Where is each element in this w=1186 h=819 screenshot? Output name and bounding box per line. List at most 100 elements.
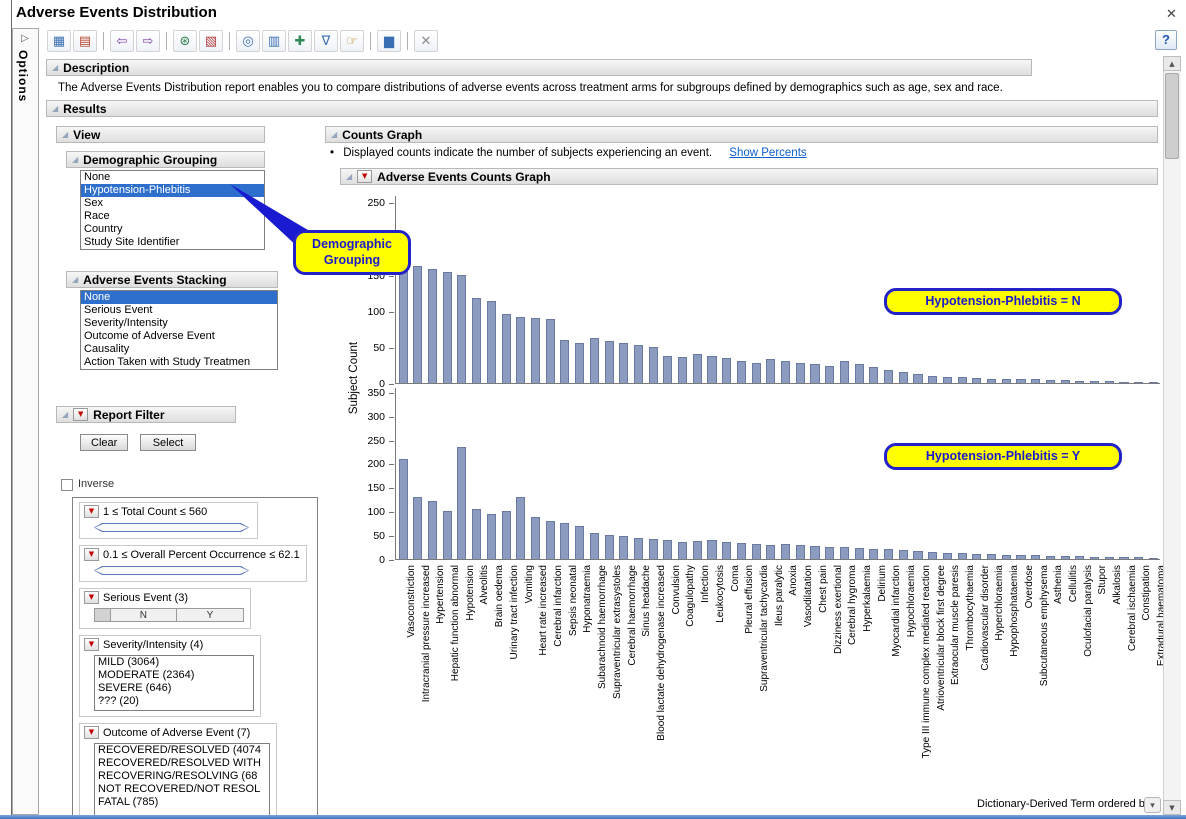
inverse-checkbox[interactable] [61,479,73,491]
bar[interactable] [781,361,790,383]
bar[interactable] [869,549,878,560]
bar[interactable] [840,361,849,383]
bar[interactable] [958,377,967,383]
bar[interactable] [766,545,775,559]
bar[interactable] [428,269,437,383]
bar[interactable] [413,497,422,559]
bar[interactable] [516,317,525,384]
list-item[interactable]: Action Taken with Study Treatmen [81,356,277,369]
bar[interactable] [575,343,584,384]
bar[interactable] [1002,555,1011,559]
bar[interactable] [1134,382,1143,384]
disclosure-icon[interactable]: ◢ [72,155,78,164]
bar[interactable] [1046,556,1055,559]
bar[interactable] [575,526,584,559]
severity-intensity-list[interactable]: MILD (3064)MODERATE (2364)SEVERE (646)??… [94,655,254,711]
results-header[interactable]: ◢ Results [46,100,1158,117]
bar[interactable] [663,540,672,559]
list-item[interactable]: Causality [81,343,277,356]
list-item[interactable]: NOT RECOVERED/NOT RESOL [95,783,269,796]
bar[interactable] [1075,381,1084,383]
red-triangle-menu-icon[interactable]: ▼ [73,408,88,421]
bar[interactable] [1046,380,1055,383]
callout-demographic-grouping[interactable]: Demographic Grouping [293,230,411,275]
scroll-down-icon[interactable]: ▼ [1163,800,1181,815]
disclosure-icon[interactable]: ◢ [331,130,337,139]
list-item[interactable]: Race [81,210,264,223]
bar[interactable] [958,553,967,559]
data-table-icon[interactable]: ▦ [47,30,71,52]
serious-event-y-segment[interactable]: Y [177,609,243,621]
pane-scroll-down-icon[interactable]: ▾ [1144,797,1161,813]
bar[interactable] [619,536,628,559]
bar[interactable] [649,539,658,559]
help-icon[interactable]: ? [1155,30,1177,50]
list-item[interactable]: None [81,171,264,184]
bar[interactable] [546,319,555,383]
demographic-grouping-list[interactable]: NoneHypotension-PhlebitisSexRaceCountryS… [80,170,265,250]
clear-report-icon[interactable]: ✕ [414,30,438,52]
red-triangle-menu-icon[interactable]: ▼ [84,548,99,561]
bar[interactable] [1119,557,1128,559]
bar[interactable] [619,343,628,383]
view-header[interactable]: ◢ View [56,126,265,143]
bar[interactable] [810,364,819,383]
bar[interactable] [869,367,878,383]
bar[interactable] [899,372,908,383]
scroll-up-icon[interactable]: ▲ [1163,56,1181,71]
list-item[interactable]: SEVERE (646) [95,682,253,695]
bar[interactable] [487,301,496,383]
red-triangle-menu-icon[interactable]: ▼ [84,591,99,604]
bar[interactable] [634,538,643,560]
back-icon[interactable]: ⇦ [110,30,134,52]
outcome-of-adverse-event-list[interactable]: RECOVERED/RESOLVED (4074RECOVERED/RESOLV… [94,743,270,819]
serious-event-missing-segment[interactable] [95,609,111,621]
chart-icon[interactable]: ▆ [377,30,401,52]
adverse-events-counts-graph-header[interactable]: ◢ ▼ Adverse Events Counts Graph [340,168,1158,185]
red-triangle-menu-icon[interactable]: ▼ [357,170,372,183]
clear-button[interactable]: Clear [80,434,128,451]
bar[interactable] [943,553,952,559]
report-filter-header[interactable]: ◢ ▼ Report Filter [56,406,236,423]
options-label[interactable]: Options [16,50,30,102]
bar[interactable] [546,521,555,559]
show-percents-link[interactable]: Show Percents [729,147,806,159]
bar[interactable] [1031,379,1040,383]
bar[interactable] [737,543,746,559]
callout-panel-n[interactable]: Hypotension-Phlebitis = N [884,288,1122,315]
bar[interactable] [722,542,731,559]
close-icon[interactable]: ✕ [1166,6,1177,22]
list-item[interactable]: RECOVERING/RESOLVING (68 [95,770,269,783]
bar[interactable] [928,376,937,383]
callout-panel-y[interactable]: Hypotension-Phlebitis = Y [884,443,1122,470]
bar[interactable] [605,341,614,383]
counts-graph-header[interactable]: ◢ Counts Graph [325,126,1158,143]
bar[interactable] [649,347,658,383]
bar[interactable] [1061,380,1070,383]
list-item[interactable]: Serious Event [81,304,277,317]
bar[interactable] [457,275,466,384]
bar[interactable] [443,272,452,383]
report-preview-icon[interactable]: ▧ [199,30,223,52]
red-triangle-menu-icon[interactable]: ▼ [84,726,99,739]
globe-icon[interactable]: ⊛ [173,30,197,52]
bar[interactable] [855,548,864,559]
bar[interactable] [472,298,481,383]
bar[interactable] [560,523,569,559]
bar[interactable] [443,511,452,559]
bar[interactable] [399,459,408,559]
bar[interactable] [502,511,511,559]
disclosure-icon[interactable]: ◢ [52,63,58,72]
bar[interactable] [943,377,952,384]
disclosure-icon[interactable]: ◢ [62,410,68,419]
bar[interactable] [1061,556,1070,559]
bar[interactable] [1031,555,1040,559]
column-info-icon[interactable]: ▥ [262,30,286,52]
bar[interactable] [1016,555,1025,559]
bar[interactable] [487,514,496,559]
bar[interactable] [796,545,805,559]
bar[interactable] [972,378,981,383]
bar[interactable] [502,314,511,383]
bar[interactable] [1105,381,1114,383]
bar[interactable] [590,338,599,383]
